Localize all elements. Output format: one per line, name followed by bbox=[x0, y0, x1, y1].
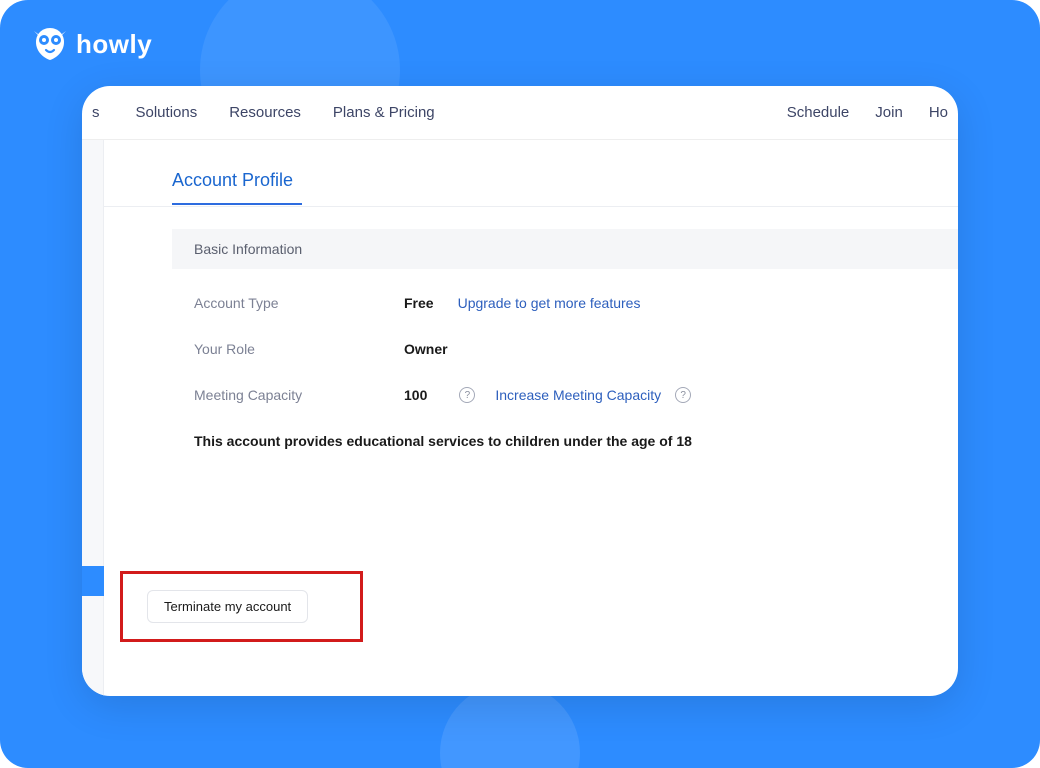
sidebar-active-indicator bbox=[82, 566, 104, 596]
body-area: Account Profile Basic Information Accoun… bbox=[82, 140, 958, 696]
nav-left-group: s Solutions Resources Plans & Pricing bbox=[86, 104, 435, 121]
howly-logo: howly bbox=[32, 26, 152, 62]
nav-item-join[interactable]: Join bbox=[875, 104, 903, 121]
divider-line bbox=[104, 206, 958, 207]
brand-name: howly bbox=[76, 29, 152, 60]
link-increase-capacity[interactable]: Increase Meeting Capacity bbox=[495, 387, 661, 403]
label-account-type: Account Type bbox=[194, 295, 404, 311]
link-upgrade[interactable]: Upgrade to get more features bbox=[458, 295, 641, 311]
page-background: howly s Solutions Resources Plans & Pric… bbox=[0, 0, 1040, 768]
section-header-basic-info: Basic Information bbox=[172, 229, 958, 269]
nav-item-solutions[interactable]: Solutions bbox=[136, 104, 198, 121]
owl-icon bbox=[32, 26, 68, 62]
educational-services-text: This account provides educational servic… bbox=[172, 433, 958, 449]
row-your-role: Your Role Owner bbox=[194, 341, 958, 357]
top-navigation: s Solutions Resources Plans & Pricing Sc… bbox=[82, 86, 958, 140]
help-icon[interactable]: ? bbox=[675, 387, 691, 403]
nav-item-resources[interactable]: Resources bbox=[229, 104, 301, 121]
value-meeting-capacity: 100 bbox=[404, 387, 427, 403]
help-icon[interactable]: ? bbox=[459, 387, 475, 403]
nav-item-plans-pricing[interactable]: Plans & Pricing bbox=[333, 104, 435, 121]
content-area: Account Profile Basic Information Accoun… bbox=[104, 140, 958, 696]
value-your-role: Owner bbox=[404, 341, 448, 357]
app-window: s Solutions Resources Plans & Pricing Sc… bbox=[82, 86, 958, 696]
page-title: Account Profile bbox=[172, 170, 293, 205]
row-meeting-capacity: Meeting Capacity 100 ? Increase Meeting … bbox=[194, 387, 958, 403]
row-account-type: Account Type Free Upgrade to get more fe… bbox=[194, 295, 958, 311]
value-account-type: Free bbox=[404, 295, 434, 311]
info-rows: Account Type Free Upgrade to get more fe… bbox=[172, 269, 958, 403]
label-meeting-capacity: Meeting Capacity bbox=[194, 387, 404, 403]
sidebar-stub bbox=[82, 140, 104, 696]
nav-item-clipped-left[interactable]: s bbox=[92, 104, 104, 121]
nav-item-host-clipped[interactable]: Ho bbox=[929, 104, 948, 121]
label-your-role: Your Role bbox=[194, 341, 404, 357]
terminate-highlight-box: Terminate my account bbox=[120, 571, 363, 642]
terminate-account-button[interactable]: Terminate my account bbox=[147, 590, 308, 623]
nav-right-group: Schedule Join Ho bbox=[787, 104, 954, 121]
terminate-area: Terminate my account bbox=[104, 571, 363, 642]
nav-item-schedule[interactable]: Schedule bbox=[787, 104, 850, 121]
